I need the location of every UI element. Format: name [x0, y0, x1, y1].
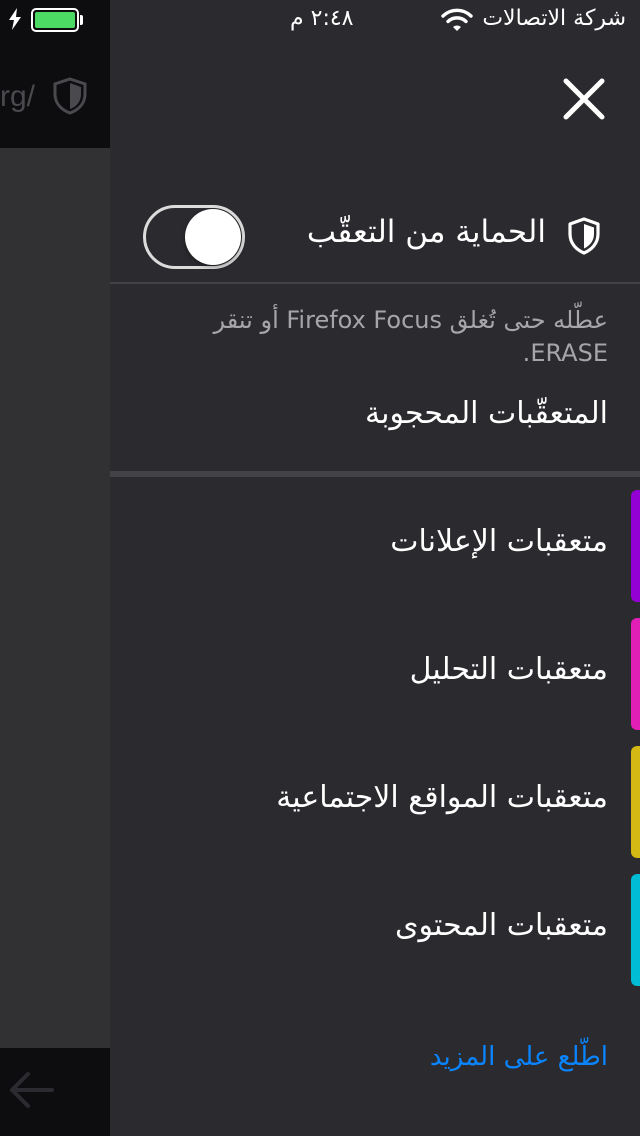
- section-divider: [110, 471, 640, 477]
- blocked-trackers-heading: المتعقّبات المحجوبة: [365, 396, 608, 431]
- tracker-color-indicator: [631, 618, 640, 730]
- back-arrow-icon: [10, 1072, 54, 1108]
- charging-icon: [9, 8, 21, 30]
- tracker-label: متعقبات التحليل: [409, 652, 608, 687]
- url-text: rg/: [0, 80, 36, 113]
- learn-more-link[interactable]: اطّلع على المزيد: [430, 1042, 608, 1072]
- tracker-color-indicator: [631, 874, 640, 986]
- tracking-protection-toggle[interactable]: [143, 205, 245, 269]
- battery-level: [35, 12, 75, 28]
- tracking-protection-description: عطّله حتى تُغلق Firefox Focus أو تنقر ER…: [213, 306, 608, 367]
- shield-icon: [568, 217, 600, 255]
- status-bar: ٢:٤٨ م شركة الاتصالات: [0, 0, 640, 40]
- battery-icon: [31, 8, 79, 32]
- carrier-name: شركة الاتصالات: [482, 6, 626, 31]
- tracker-item-analytics[interactable]: متعقبات التحليل: [110, 618, 640, 730]
- tracker-item-content[interactable]: متعقبات المحتوى: [110, 874, 640, 986]
- shield-icon: [53, 77, 87, 115]
- tracker-color-indicator: [631, 490, 640, 602]
- page-content: [0, 148, 110, 1048]
- wifi-icon: [441, 8, 473, 31]
- tracker-item-social[interactable]: متعقبات المواقع الاجتماعية: [110, 746, 640, 858]
- close-icon[interactable]: [560, 75, 608, 123]
- toggle-knob: [185, 209, 241, 265]
- battery-nub: [80, 15, 83, 25]
- tracker-label: متعقبات الإعلانات: [390, 524, 608, 559]
- tracking-protection-panel: الحماية من التعقّب عطّله حتى تُغلق Firef…: [110, 40, 640, 1136]
- tracking-protection-title: الحماية من التعقّب: [306, 214, 546, 250]
- tracker-color-indicator: [631, 746, 640, 858]
- tracker-label: متعقبات المواقع الاجتماعية: [276, 780, 608, 815]
- status-time: ٢:٤٨ م: [290, 6, 354, 31]
- tracker-label: متعقبات المحتوى: [395, 908, 608, 943]
- tracker-item-ad[interactable]: متعقبات الإعلانات: [110, 490, 640, 602]
